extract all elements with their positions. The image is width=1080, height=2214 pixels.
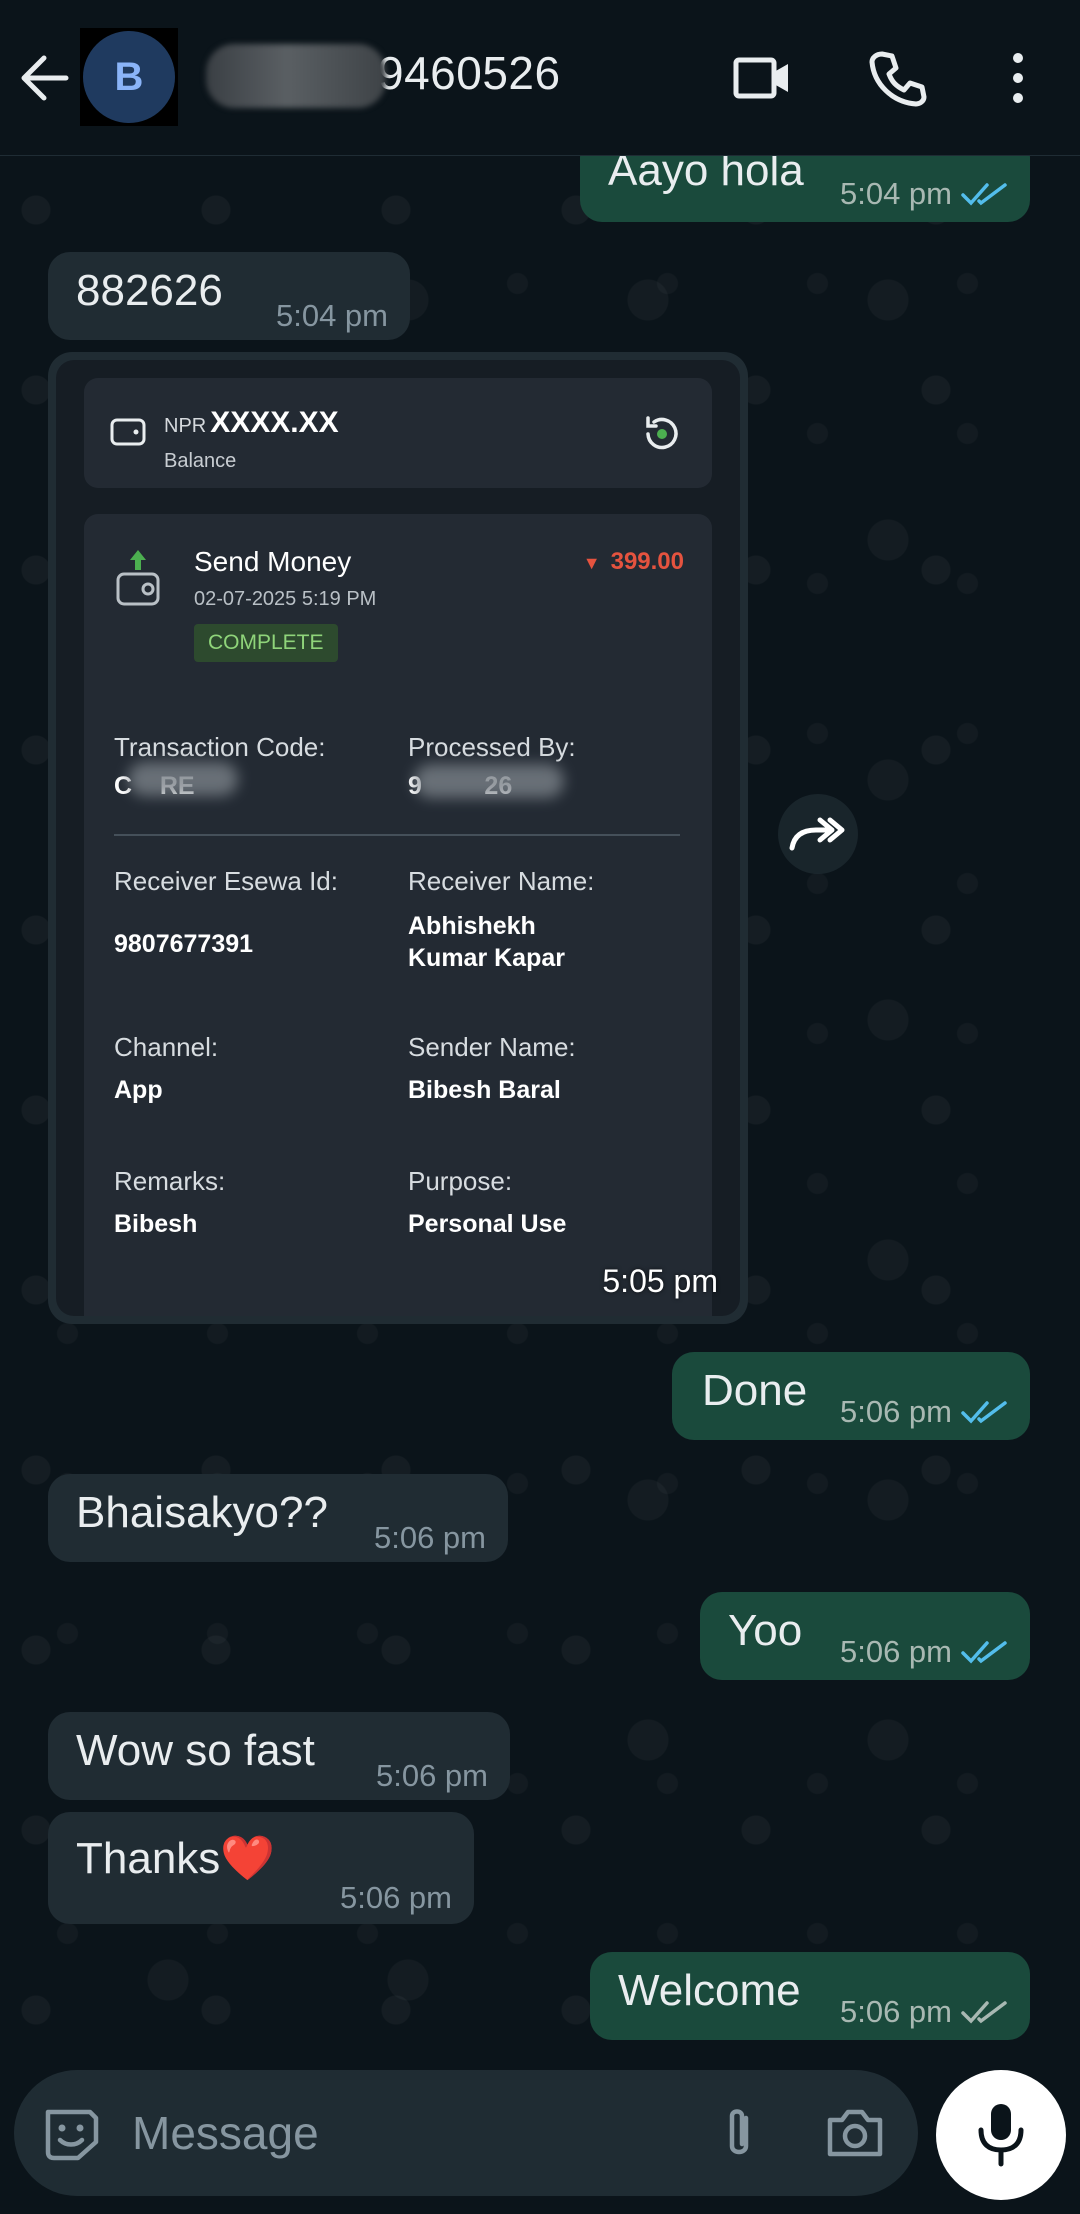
message-text: Yoo (728, 1606, 803, 1655)
transaction-date: 02-07-2025 5:19 PM (194, 588, 377, 610)
video-call-icon (733, 57, 788, 99)
message-time: 5:04 pm (839, 176, 952, 211)
voice-call-icon (869, 51, 927, 107)
purpose-label: Purpose: (408, 1166, 513, 1196)
receiver-esewa-id-value: 9807677391 (114, 930, 254, 958)
message-text: Thanks❤️ (76, 1834, 276, 1883)
receiver-name-line2: Kumar Kapar (408, 944, 565, 972)
message-input[interactable] (132, 2100, 692, 2166)
send-money-icon (116, 550, 160, 606)
camera-button[interactable] (822, 2100, 888, 2166)
remarks-label: Remarks: (114, 1166, 226, 1196)
balance-card: NPR XXXX.XX Balance (84, 378, 712, 488)
redacted-name-mask (206, 44, 386, 108)
forward-button[interactable] (778, 794, 858, 874)
channel-value: App (114, 1076, 163, 1104)
receiver-name-label: Receiver Name: (408, 866, 595, 896)
chat-header: B 9460526 (0, 0, 1080, 156)
status-badge: COMPLETE (194, 624, 338, 662)
message-time: 5:06 pm (839, 1994, 952, 2029)
message-bubble-outgoing[interactable]: Yoo 5:06 pm (700, 1592, 1030, 1680)
balance-amount: NPR XXXX.XX (164, 406, 339, 440)
message-time: 5:06 pm (375, 1758, 488, 1793)
read-ticks-icon (961, 1641, 1007, 1664)
processed-by-label: Processed By: (408, 732, 576, 762)
message-text: Aayo hola (608, 156, 804, 195)
avatar-button[interactable]: B (80, 28, 178, 126)
wallet-icon (110, 418, 146, 446)
message-time: 5:05 pm (602, 1263, 718, 1299)
channel-label: Channel: (114, 1032, 219, 1062)
message-time: 5:04 pm (275, 298, 388, 333)
read-ticks-icon (961, 1401, 1007, 1424)
receiver-name-line1: Abhishekh (408, 912, 536, 940)
emoji-button[interactable] (40, 2102, 102, 2164)
sender-name-label: Sender Name: (408, 1032, 576, 1062)
balance-currency: NPR (164, 415, 207, 437)
mic-button[interactable] (936, 2070, 1066, 2200)
message-time: 5:06 pm (339, 1880, 452, 1915)
message-composer (14, 2070, 918, 2196)
message-time: 5:06 pm (373, 1520, 486, 1555)
chat-area[interactable]: Aayo hola 5:04 pm 882626 5:04 pm NPR XXXX… (0, 156, 1080, 2046)
message-bubble-incoming[interactable]: 882626 5:04 pm (48, 252, 410, 340)
transaction-code-label: Transaction Code: (114, 732, 326, 762)
remarks-value: Bibesh (114, 1210, 198, 1238)
message-time: 5:06 pm (839, 1394, 952, 1429)
mic-icon (978, 2104, 1024, 2167)
message-time: 5:06 pm (839, 1634, 952, 1669)
more-options-button[interactable] (986, 44, 1054, 112)
message-bubble-outgoing[interactable]: Welcome 5:06 pm (590, 1952, 1030, 2040)
contact-name[interactable]: 9460526 (378, 46, 561, 100)
transaction-amount: ▼ 399.00 (583, 548, 684, 576)
attach-icon (729, 2109, 749, 2155)
balance-value: XXXX.XX (210, 406, 339, 439)
receipt-screenshot: NPR XXXX.XX Balance Send Money 02-07-2025… (56, 360, 740, 1316)
amount-down-icon: ▼ (582, 553, 601, 573)
redaction-smudge (414, 764, 564, 798)
refresh-icon (646, 416, 678, 450)
message-meta: 5:06 pm (840, 1634, 1008, 1670)
message-text: Welcome (618, 1966, 801, 2015)
voice-call-button[interactable] (864, 44, 932, 112)
message-meta: 5:06 pm (840, 1994, 1008, 2030)
video-call-button[interactable] (728, 44, 796, 112)
redaction-smudge (128, 762, 238, 796)
receiver-esewa-id-label: Receiver Esewa Id: (114, 866, 338, 896)
image-message[interactable]: NPR XXXX.XX Balance Send Money 02-07-2025… (48, 352, 748, 1324)
transaction-card: Send Money 02-07-2025 5:19 PM COMPLETE ▼… (84, 514, 712, 1316)
message-bubble-outgoing[interactable]: Aayo hola 5:04 pm (580, 156, 1030, 222)
message-meta: 5:06 pm (840, 1394, 1008, 1430)
read-ticks-icon (961, 183, 1007, 206)
forward-icon (789, 817, 845, 851)
message-bubble-incoming[interactable]: Thanks❤️ 5:06 pm (48, 1812, 474, 1924)
avatar: B (83, 31, 175, 123)
message-bubble-incoming[interactable]: Wow so fast 5:06 pm (48, 1712, 510, 1800)
attach-button[interactable] (706, 2100, 772, 2166)
transaction-title: Send Money (194, 546, 352, 577)
message-text: Bhaisakyo?? (76, 1488, 328, 1537)
purpose-value: Personal Use (408, 1210, 567, 1238)
message-text: Done (702, 1366, 808, 1415)
more-vert-icon (1013, 53, 1023, 103)
message-bubble-incoming[interactable]: Bhaisakyo?? 5:06 pm (48, 1474, 508, 1562)
amount-value: 399.00 (610, 548, 684, 575)
divider (114, 834, 680, 836)
camera-icon (827, 2109, 883, 2157)
sender-name-value: Bibesh Baral (408, 1076, 561, 1104)
delivered-ticks-icon (961, 2001, 1007, 2024)
back-arrow-icon (21, 55, 69, 101)
message-meta: 5:04 pm (840, 176, 1008, 212)
balance-label: Balance (164, 450, 237, 472)
message-text: 882626 (76, 266, 223, 315)
message-text: Wow so fast (76, 1726, 315, 1775)
message-bubble-outgoing[interactable]: Done 5:06 pm (672, 1352, 1030, 1440)
back-button[interactable] (14, 42, 78, 114)
emoji-icon (45, 2109, 99, 2161)
